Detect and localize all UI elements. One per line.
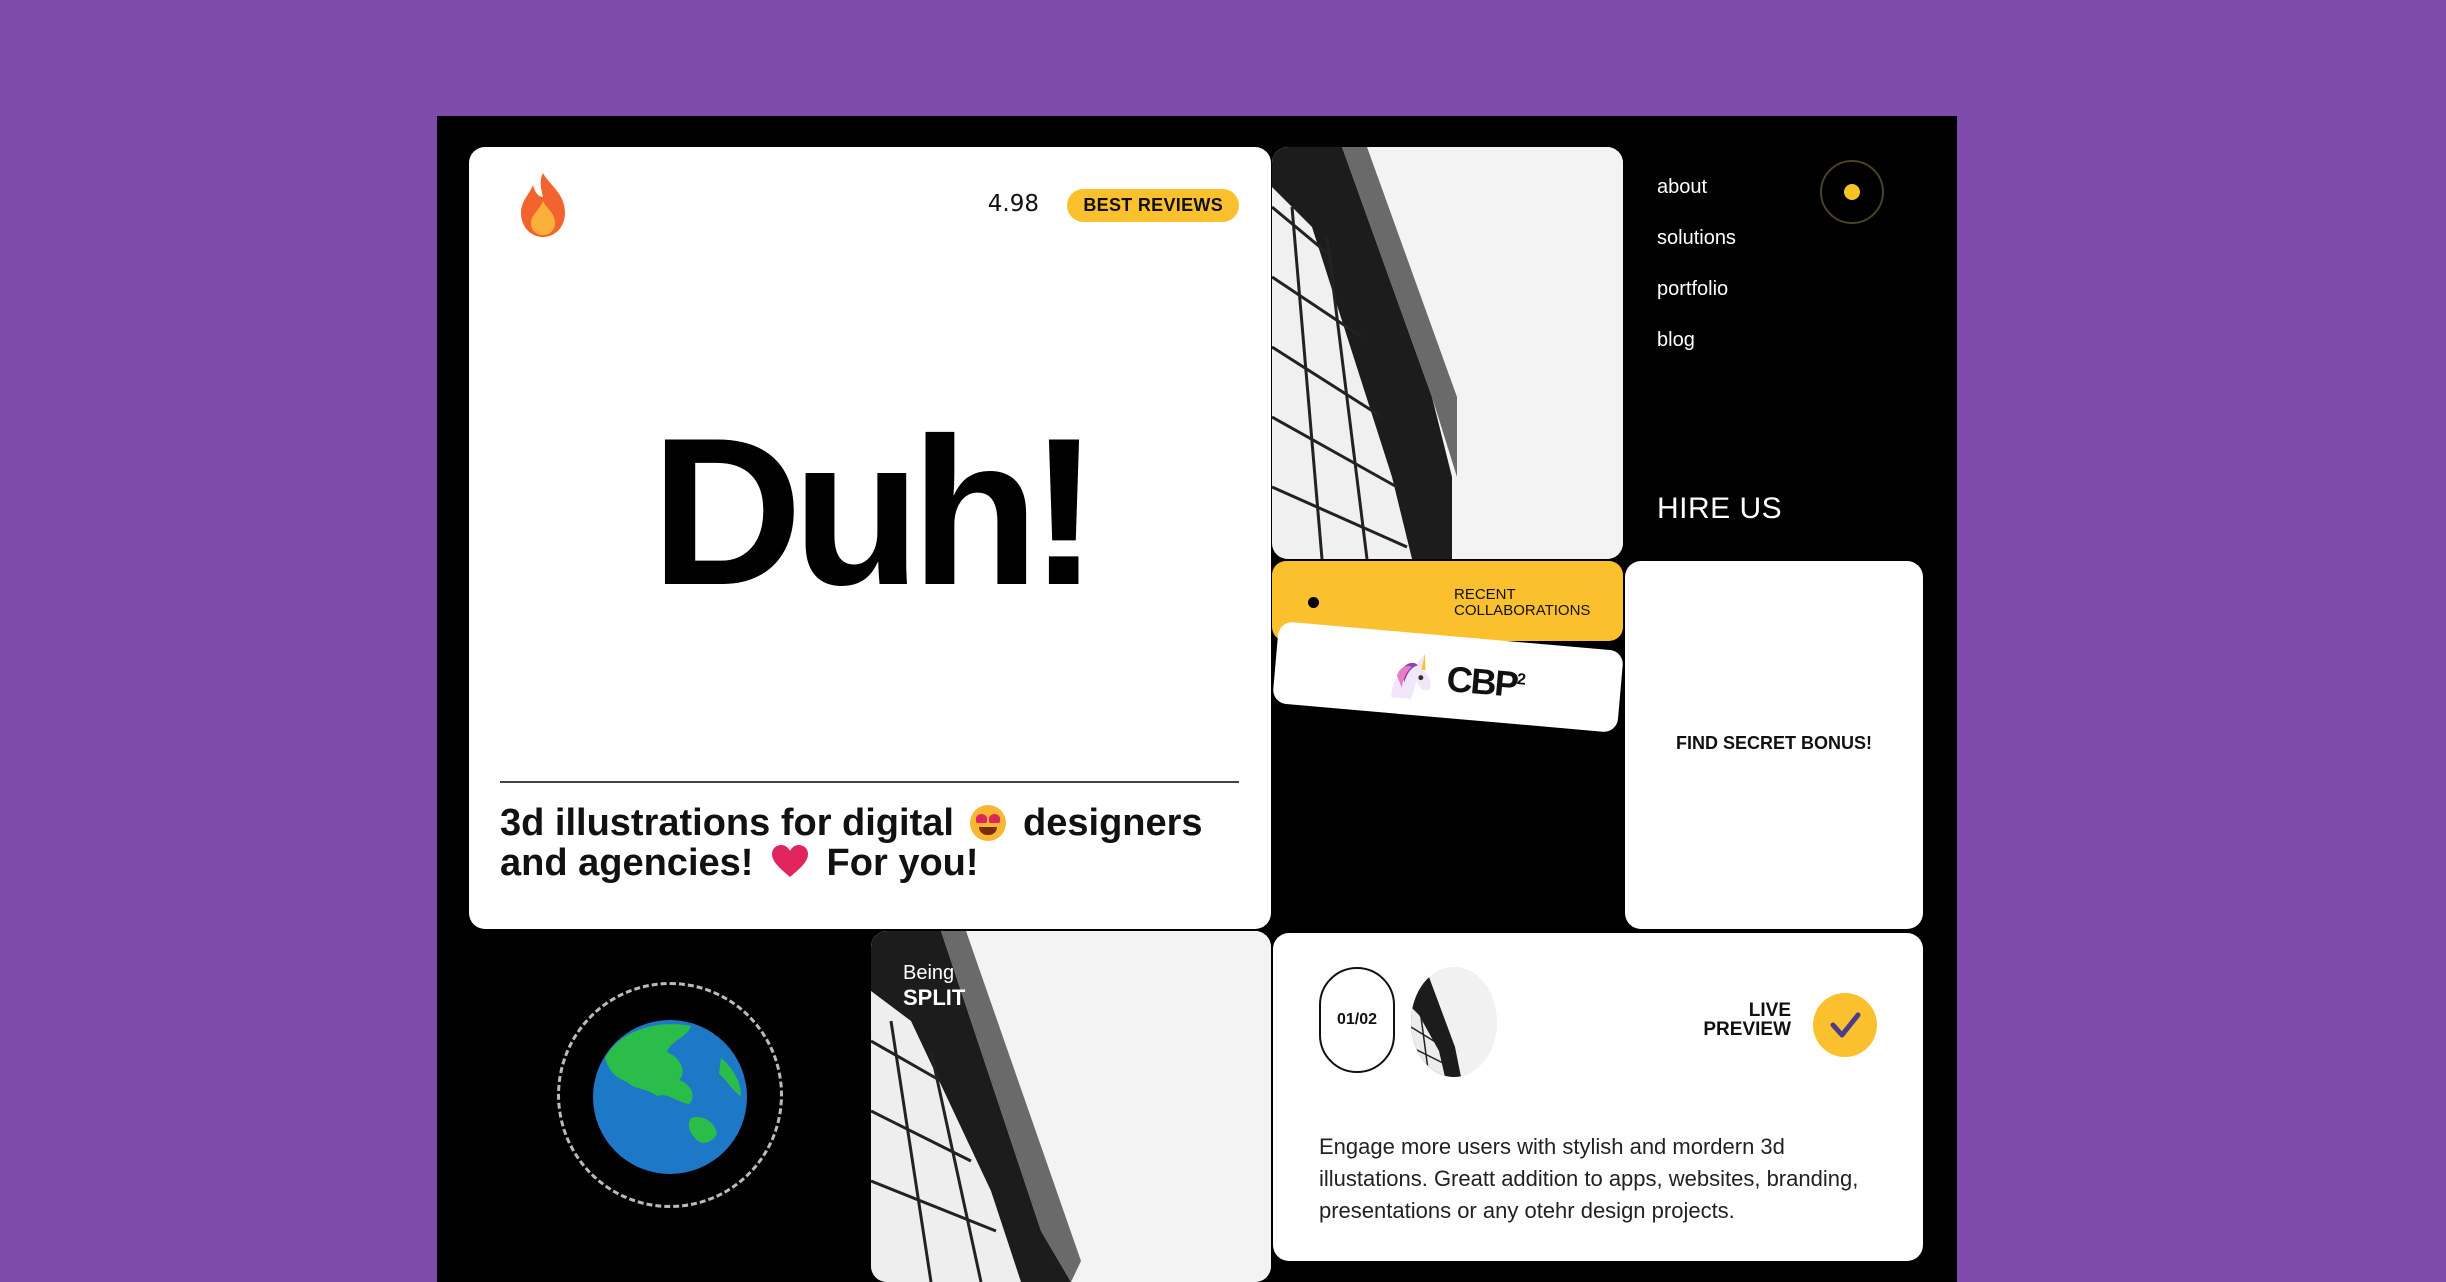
live-preview-card: 01/02 LIVE PREVIEW Engage more users wit… [1273,933,1923,1261]
nav-about[interactable]: about [1657,176,1736,199]
main-nav: about solutions portfolio blog [1657,176,1736,380]
building-photo-top [1272,147,1623,559]
secret-bonus-card[interactable]: FIND SECRET BONUS! [1625,561,1923,929]
globe-icon [593,1020,747,1174]
live-label-line2: PREVIEW [1703,1019,1791,1040]
flame-icon [521,173,565,237]
collab-label-line1: RECENT [1454,586,1516,603]
slide-counter[interactable]: 01/02 [1319,967,1395,1073]
collab-label-line2: COLLABORATIONS [1454,602,1591,619]
cbp-logo: CBP2 [1445,658,1527,707]
hero-card: 4.98 BEST REVIEWS Duh! 3d illustrations … [469,147,1271,929]
split-line1: Being [903,962,955,984]
hero-tagline: 3d illustrations for digital designers a… [500,803,1240,883]
nav-portfolio[interactable]: portfolio [1657,278,1736,301]
heart-eyes-emoji-icon [970,805,1007,841]
cbp-logo-sup: 2 [1516,671,1527,689]
live-label-line1: LIVE [1748,1000,1791,1021]
cbp-logo-text: CBP [1445,657,1519,705]
check-button[interactable] [1813,993,1877,1057]
thumbnail-image [1411,967,1497,1077]
split-caption: Being SPLIT [903,962,965,1011]
preview-thumbnail[interactable] [1411,967,1497,1077]
nav-solutions[interactable]: solutions [1657,227,1736,250]
split-line2: SPLIT [903,985,966,1010]
tagline-part3: For you! [826,842,979,884]
live-preview-description: Engage more users with stylish and morde… [1319,1134,1859,1223]
unicorn-icon [1391,653,1431,699]
check-icon [1830,1012,1861,1038]
nav-blog[interactable]: blog [1657,329,1736,352]
best-reviews-badge[interactable]: BEST REVIEWS [1067,189,1239,222]
bullet-icon [1308,597,1319,608]
tagline-part1: 3d illustrations for digital [500,802,954,844]
collaborations-label: RECENT COLLABORATIONS [1454,587,1590,619]
page-frame: 4.98 BEST REVIEWS Duh! 3d illustrations … [437,116,1957,1282]
divider [500,781,1239,783]
heart-icon [771,845,808,877]
building-image [1272,147,1623,559]
rating-value: 4.98 [987,191,1039,217]
hero-headline: Duh! [650,394,1099,629]
dot-menu-icon[interactable] [1820,160,1884,224]
hire-us-link[interactable]: HIRE US [1657,492,1782,526]
live-preview-label: LIVE PREVIEW [1703,1001,1791,1039]
secret-bonus-label: FIND SECRET BONUS! [1675,733,1872,753]
